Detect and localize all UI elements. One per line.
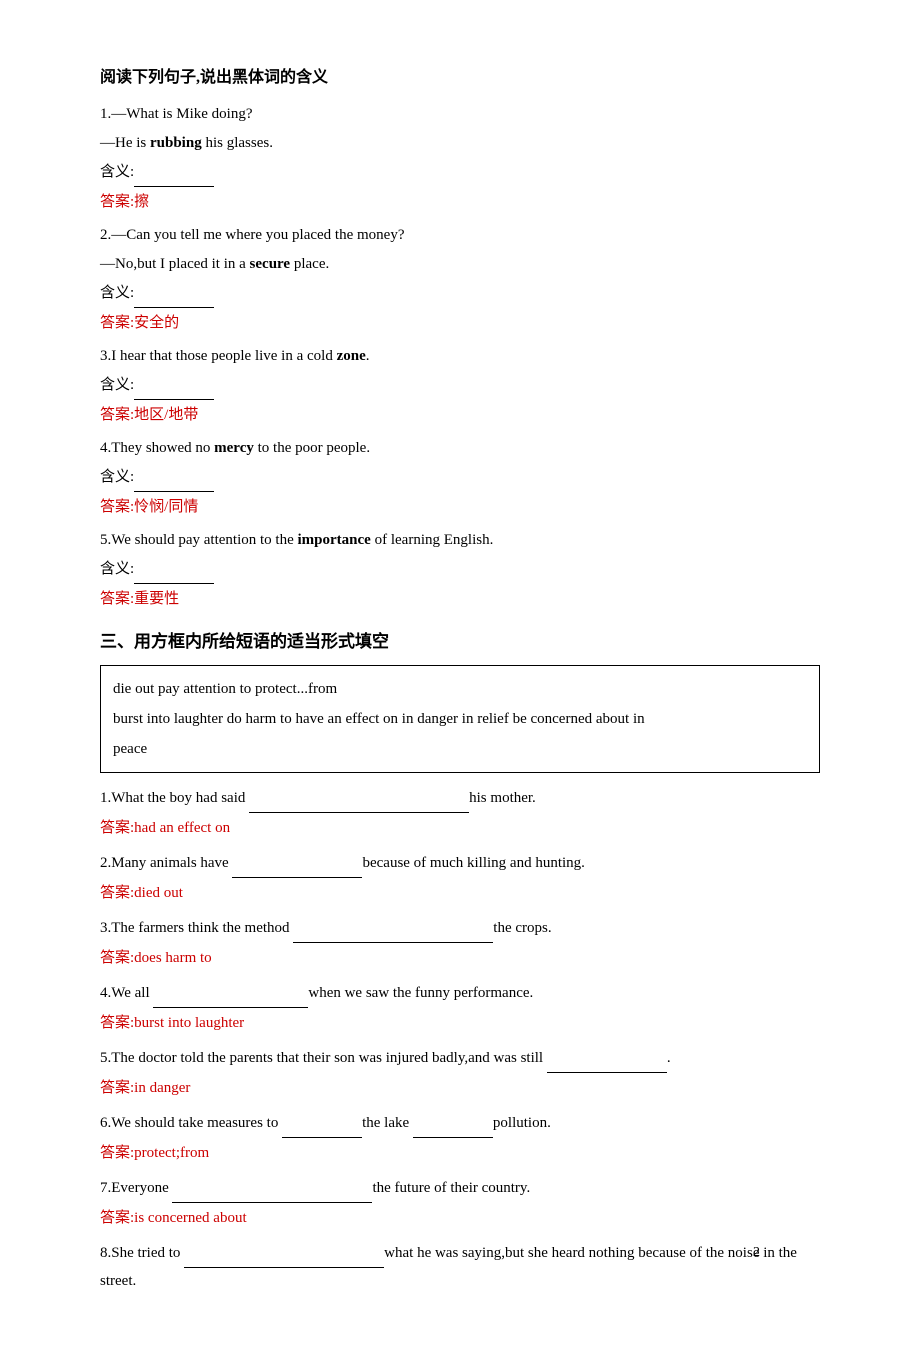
- fill-q4-text: 4.We all when we saw the funny performan…: [100, 980, 820, 1008]
- read-section: 阅读下列句子,说出黑体词的含义 1.—What is Mike doing? —…: [100, 64, 820, 613]
- page-number: 2: [753, 1240, 760, 1265]
- read-q4-meaning: 含义:: [100, 464, 820, 492]
- fill-q1-text: 1.What the boy had said his mother.: [100, 785, 820, 813]
- read-q2-answer: 答案:安全的: [100, 310, 820, 337]
- read-q1-meaning: 含义:: [100, 159, 820, 187]
- read-q1-line2: —He is rubbing his glasses.: [100, 130, 820, 157]
- fill-q8-text: 8.She tried to what he was saying,but sh…: [100, 1240, 820, 1295]
- fill-q3-answer: 答案:does harm to: [100, 945, 820, 972]
- fill-q6-answer: 答案:protect;from: [100, 1140, 820, 1167]
- read-q2: 2.—Can you tell me where you placed the …: [100, 222, 820, 337]
- phrase-line1: die out pay attention to protect...from: [113, 674, 807, 704]
- fill-q2-text: 2.Many animals have because of much kill…: [100, 850, 820, 878]
- fill-q5: 5.The doctor told the parents that their…: [100, 1045, 820, 1102]
- read-q4-line1: 4.They showed no mercy to the poor peopl…: [100, 435, 820, 462]
- fill-q8: 8.She tried to what he was saying,but sh…: [100, 1240, 820, 1295]
- read-q1-prefix: —He is: [100, 135, 150, 151]
- read-q2-bold: secure: [250, 256, 291, 272]
- fill-section: 三、用方框内所给短语的适当形式填空 die out pay attention …: [100, 627, 820, 1296]
- fill-q1-answer: 答案:had an effect on: [100, 815, 820, 842]
- read-q2-prefix: —No,but I placed it in a: [100, 256, 250, 272]
- read-q3-meaning: 含义:: [100, 372, 820, 400]
- read-q4-answer: 答案:怜悯/同情: [100, 494, 820, 521]
- fill-q3-text: 3.The farmers think the method the crops…: [100, 915, 820, 943]
- read-q2-suffix: place.: [290, 256, 329, 272]
- read-q1-bold: rubbing: [150, 135, 202, 151]
- read-q3-answer: 答案:地区/地带: [100, 402, 820, 429]
- read-q5: 5.We should pay attention to the importa…: [100, 527, 820, 613]
- fill-header: 三、用方框内所给短语的适当形式填空: [100, 627, 820, 658]
- fill-q6: 6.We should take measures to the lake po…: [100, 1110, 820, 1167]
- phrase-line3: peace: [113, 734, 807, 764]
- read-q2-line2: —No,but I placed it in a secure place.: [100, 251, 820, 278]
- fill-q6-text: 6.We should take measures to the lake po…: [100, 1110, 820, 1138]
- fill-q4: 4.We all when we saw the funny performan…: [100, 980, 820, 1037]
- read-q4: 4.They showed no mercy to the poor peopl…: [100, 435, 820, 521]
- fill-q7-text: 7.Everyone the future of their country.: [100, 1175, 820, 1203]
- read-q5-line1: 5.We should pay attention to the importa…: [100, 527, 820, 554]
- fill-q4-answer: 答案:burst into laughter: [100, 1010, 820, 1037]
- phrase-box: die out pay attention to protect...from …: [100, 665, 820, 773]
- fill-q3: 3.The farmers think the method the crops…: [100, 915, 820, 972]
- read-q3: 3.I hear that those people live in a col…: [100, 343, 820, 429]
- fill-q5-answer: 答案:in danger: [100, 1075, 820, 1102]
- read-q5-meaning: 含义:: [100, 556, 820, 584]
- read-q1-suffix: his glasses.: [202, 135, 273, 151]
- read-instruction: 阅读下列句子,说出黑体词的含义: [100, 64, 820, 93]
- fill-q2: 2.Many animals have because of much kill…: [100, 850, 820, 907]
- read-q3-line1: 3.I hear that those people live in a col…: [100, 343, 820, 370]
- read-q2-line1: 2.—Can you tell me where you placed the …: [100, 222, 820, 249]
- read-q1-answer: 答案:擦: [100, 189, 820, 216]
- fill-q7-answer: 答案:is concerned about: [100, 1205, 820, 1232]
- read-q5-answer: 答案:重要性: [100, 586, 820, 613]
- phrase-line2: burst into laughter do harm to have an e…: [113, 704, 807, 734]
- fill-q2-answer: 答案:died out: [100, 880, 820, 907]
- fill-q5-text: 5.The doctor told the parents that their…: [100, 1045, 820, 1073]
- fill-q7: 7.Everyone the future of their country. …: [100, 1175, 820, 1232]
- read-q2-meaning: 含义:: [100, 280, 820, 308]
- fill-q1: 1.What the boy had said his mother. 答案:h…: [100, 785, 820, 842]
- read-q1-line1: 1.—What is Mike doing?: [100, 101, 820, 128]
- read-q1: 1.—What is Mike doing? —He is rubbing hi…: [100, 101, 820, 216]
